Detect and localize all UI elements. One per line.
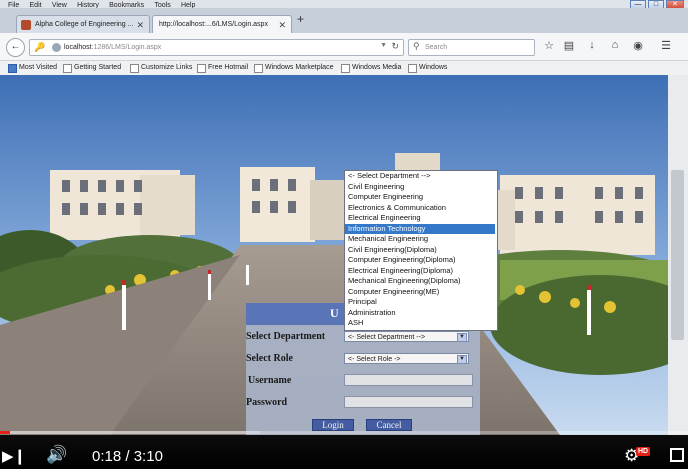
department-dropdown-list[interactable]: <- Select Department --> Civil Engineeri… xyxy=(344,170,498,331)
username-label: Username xyxy=(248,375,292,386)
department-option[interactable]: Computer Engineering(ME) xyxy=(345,287,495,298)
menu-icon[interactable]: ☰ xyxy=(659,39,673,52)
bookmark-getting-started[interactable]: Getting Started xyxy=(63,63,121,73)
time-separator: / xyxy=(125,448,130,465)
url-text: localhost:1286/LMS/Login.aspx xyxy=(64,42,161,53)
volume-icon[interactable]: 🔊 xyxy=(46,445,67,465)
department-option[interactable]: Mechanical Engineering xyxy=(345,234,495,245)
bookmark-windows-media[interactable]: Windows Media xyxy=(341,63,401,73)
bookmark-windows-marketplace[interactable]: Windows Marketplace xyxy=(254,63,333,73)
bookmark-customize-links[interactable]: Customize Links xyxy=(130,63,192,73)
department-option[interactable]: Administration xyxy=(345,308,495,319)
department-option[interactable]: Mechanical Engineering(Diploma) xyxy=(345,276,495,287)
department-option-highlighted[interactable]: Information Technology xyxy=(345,223,495,234)
search-input[interactable]: ⚲ Search xyxy=(408,39,535,56)
chevron-down-icon[interactable]: ▼ xyxy=(457,355,467,364)
current-time: 0:18 xyxy=(92,448,122,465)
video-time: 0:18 / 3:10 xyxy=(92,448,163,465)
department-option[interactable]: Civil Engineering(Diploma) xyxy=(345,245,495,256)
department-option[interactable]: Electrical Engineering xyxy=(345,213,495,224)
department-option[interactable]: <- Select Department --> xyxy=(345,171,495,182)
tab-title: Alpha College of Engineering ... xyxy=(35,21,134,28)
login-panel-title: U xyxy=(330,306,339,320)
department-select-value: <- Select Department --> xyxy=(348,334,426,341)
globe-icon xyxy=(52,43,61,52)
role-label: Select Role xyxy=(246,353,293,364)
video-buffered-bar xyxy=(10,431,260,434)
scrollbar-thumb[interactable] xyxy=(671,170,684,340)
login-button[interactable]: Login xyxy=(312,419,354,431)
tab-college[interactable]: Alpha College of Engineering ... ✕ xyxy=(16,15,150,33)
bookmark-most-visited[interactable]: Most Visited xyxy=(8,63,57,73)
college-favicon-icon xyxy=(21,20,31,30)
home-icon[interactable]: ⌂ xyxy=(608,39,622,51)
hd-badge: HD xyxy=(636,447,651,456)
identity-icon[interactable]: 🔑 xyxy=(34,42,45,53)
role-select-value: <- Select Role -> xyxy=(348,356,401,363)
url-host: localhost xyxy=(64,44,92,51)
tab-title: http://localhost:...6/LMS/Login.aspx xyxy=(159,21,268,28)
bookmark-free-hotmail[interactable]: Free Hotmail xyxy=(197,63,248,73)
fullscreen-icon[interactable] xyxy=(670,448,684,462)
bookmark-windows[interactable]: Windows xyxy=(408,63,447,73)
url-path: :1286/LMS/Login.aspx xyxy=(91,44,162,51)
menu-bar: File Edit View History Bookmarks Tools H… xyxy=(0,0,688,9)
address-bar[interactable]: 🔑 localhost:1286/LMS/Login.aspx ▼ ↻ xyxy=(29,39,404,56)
tab-login[interactable]: http://localhost:...6/LMS/Login.aspx ✕ xyxy=(152,15,292,33)
department-option[interactable]: Electrical Engineering(Diploma) xyxy=(345,266,495,277)
reading-list-icon[interactable]: ▤ xyxy=(562,39,576,52)
back-button[interactable]: ← xyxy=(6,38,25,57)
password-label: Password xyxy=(246,397,288,408)
tab-bar: Alpha College of Engineering ... ✕ http:… xyxy=(0,8,688,33)
history-dropdown-icon[interactable]: ▼ xyxy=(380,42,387,49)
department-option[interactable]: Principal xyxy=(345,297,495,308)
password-input[interactable] xyxy=(344,396,473,408)
search-placeholder: Search xyxy=(425,44,448,51)
reload-icon[interactable]: ↻ xyxy=(391,41,399,52)
department-option[interactable]: Computer Engineering(Diploma) xyxy=(345,255,495,266)
department-option[interactable]: ASH xyxy=(345,318,495,329)
close-tab-icon[interactable]: ✕ xyxy=(278,16,286,33)
video-progress-played[interactable] xyxy=(0,431,10,434)
cancel-button[interactable]: Cancel xyxy=(366,419,412,431)
department-option[interactable]: Electronics & Communication xyxy=(345,203,495,214)
department-option[interactable]: Computer Engineering xyxy=(345,192,495,203)
bookmarks-toolbar: Most Visited Getting Started Customize L… xyxy=(0,61,688,76)
new-tab-button[interactable]: + xyxy=(297,12,304,26)
department-option[interactable]: Civil Engineering xyxy=(345,182,495,193)
department-label: Select Department xyxy=(246,331,326,342)
bookmark-star-icon[interactable]: ☆ xyxy=(542,39,556,52)
username-input[interactable] xyxy=(344,374,473,386)
next-video-icon[interactable]: ▶❙ xyxy=(2,447,26,465)
department-select[interactable]: <- Select Department --> ▼ xyxy=(344,331,469,342)
search-icon: ⚲ xyxy=(413,41,420,51)
role-select[interactable]: <- Select Role -> ▼ xyxy=(344,353,469,364)
close-tab-icon[interactable]: ✕ xyxy=(136,16,144,33)
duration: 3:10 xyxy=(133,448,163,465)
download-icon[interactable]: ↓ xyxy=(585,39,599,51)
chevron-down-icon[interactable]: ▼ xyxy=(457,333,467,342)
login-panel: Select Department <- Select Department -… xyxy=(246,325,480,435)
chat-icon[interactable]: ◉ xyxy=(631,39,645,52)
